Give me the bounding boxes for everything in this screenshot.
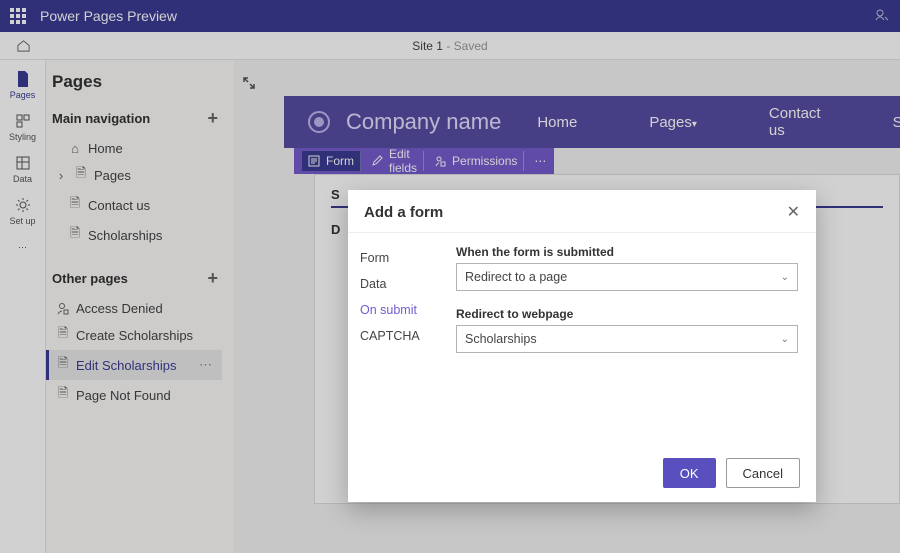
add-form-dialog: Add a form ✕ Form Data On submit CAPTCHA… xyxy=(348,190,816,502)
select-redirect-webpage[interactable]: Scholarships ⌄ xyxy=(456,325,798,353)
ok-button[interactable]: OK xyxy=(663,458,716,488)
tab-data[interactable]: Data xyxy=(360,271,456,297)
tab-captcha[interactable]: CAPTCHA xyxy=(360,323,456,349)
chevron-down-icon: ⌄ xyxy=(781,272,789,283)
dialog-tabs: Form Data On submit CAPTCHA xyxy=(348,233,456,448)
select-submit-action[interactable]: Redirect to a page ⌄ xyxy=(456,263,798,291)
dialog-title: Add a form xyxy=(364,204,443,221)
field-submit-action-label: When the form is submitted xyxy=(456,245,798,259)
tab-form[interactable]: Form xyxy=(360,245,456,271)
close-icon[interactable]: ✕ xyxy=(787,202,800,222)
chevron-down-icon: ⌄ xyxy=(781,334,789,345)
field-redirect-label: Redirect to webpage xyxy=(456,307,798,321)
cancel-button[interactable]: Cancel xyxy=(726,458,800,488)
tab-on-submit[interactable]: On submit xyxy=(360,297,456,323)
